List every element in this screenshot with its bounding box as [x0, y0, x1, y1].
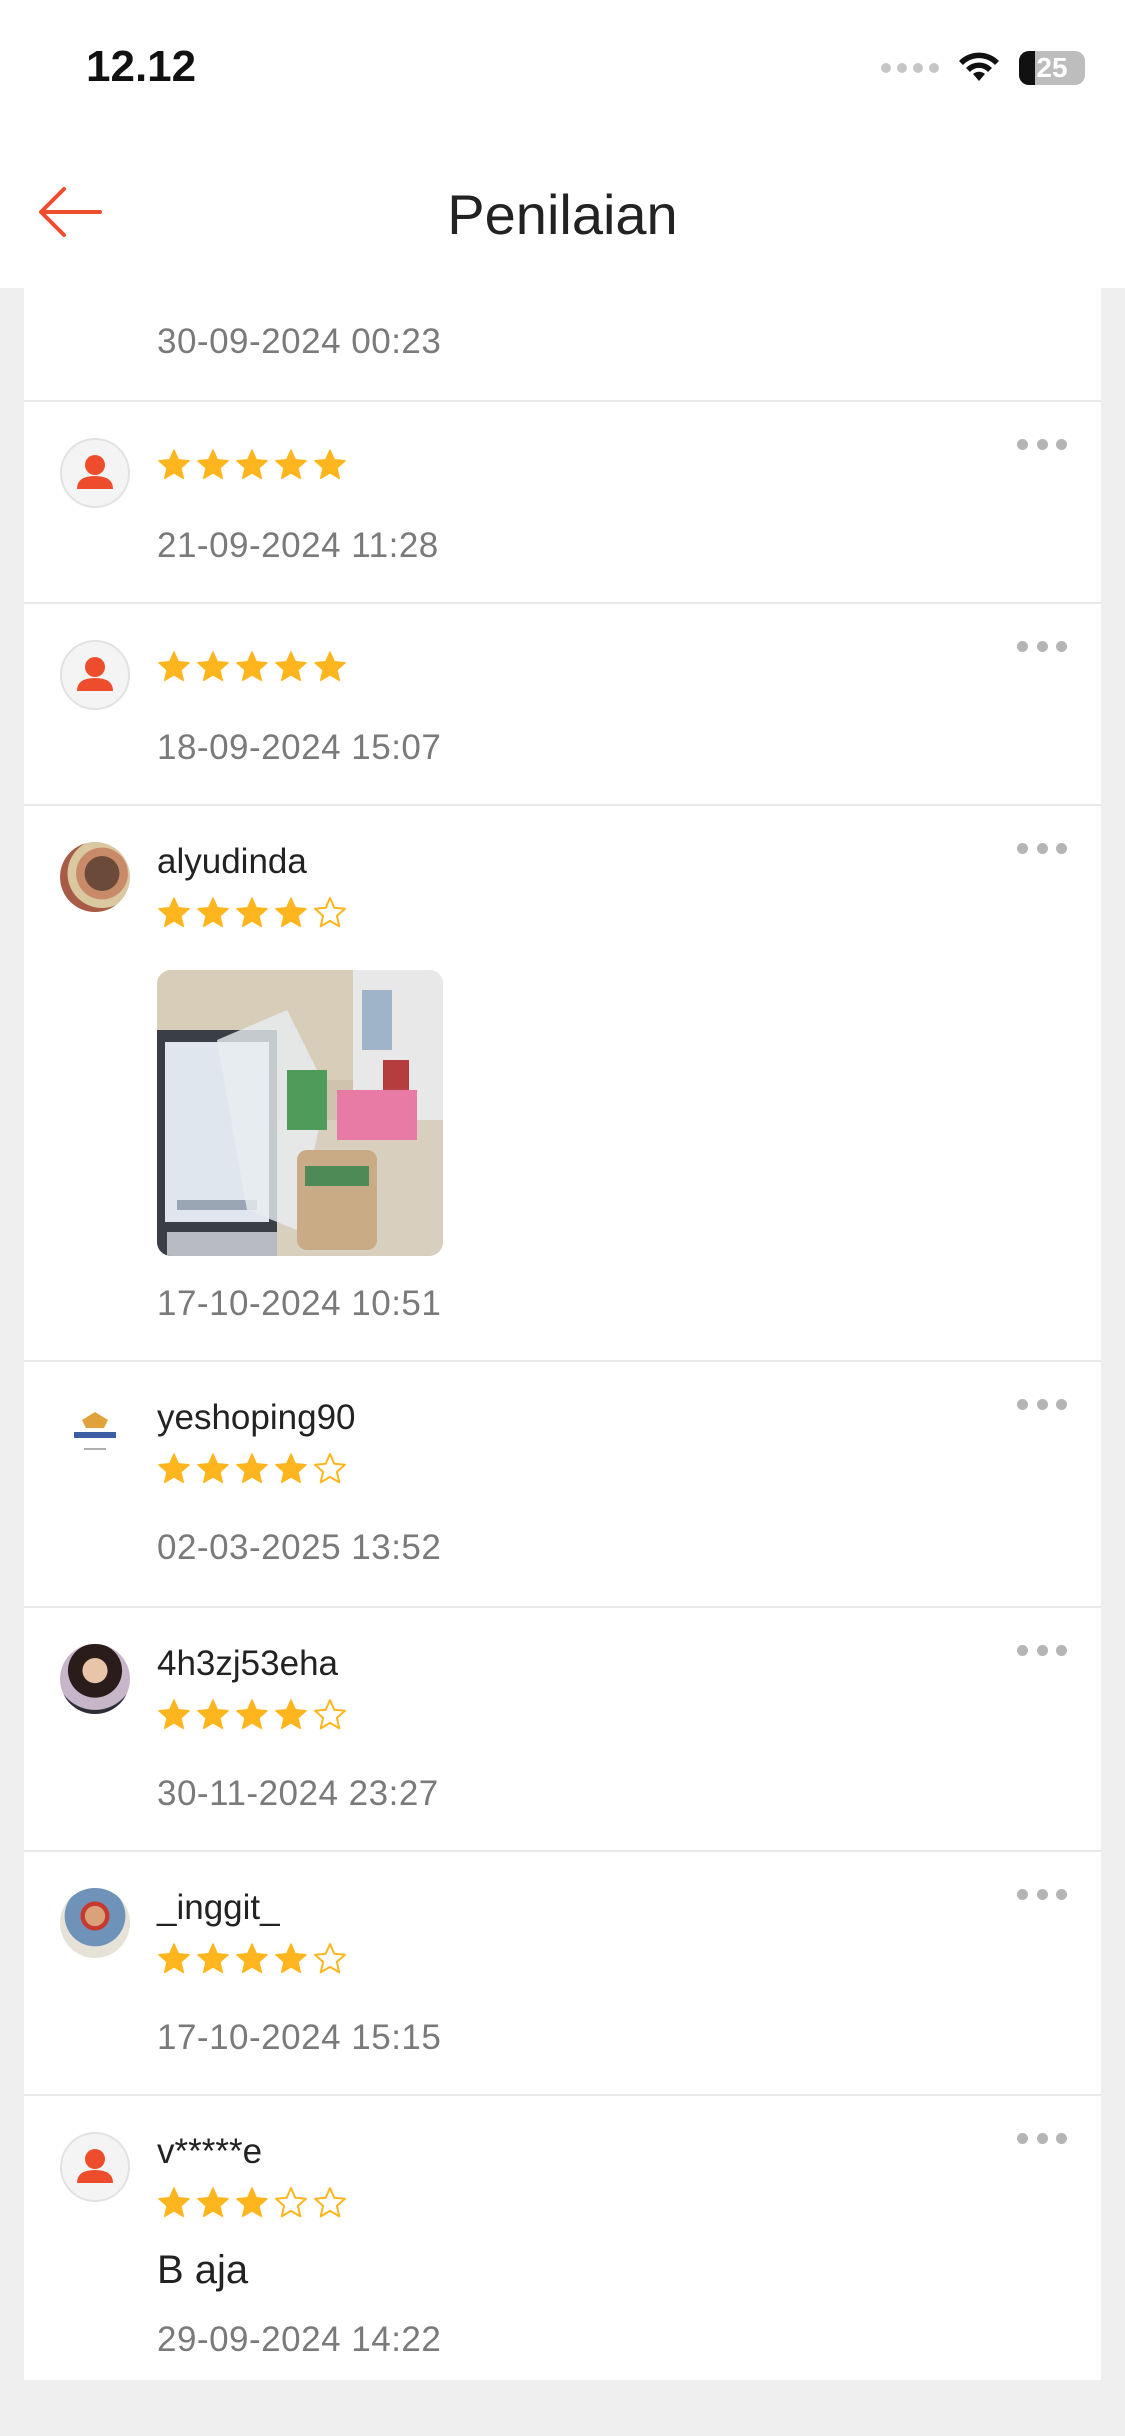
star-empty-icon — [275, 2187, 307, 2218]
user-avatar[interactable] — [60, 1888, 130, 1958]
review-date: 17-10-2024 10:51 — [157, 1284, 442, 1323]
review-date: 02-03-2025 13:52 — [157, 1528, 442, 1567]
status-bar: 12.12 25 — [0, 0, 1125, 140]
star-filled-icon — [236, 2187, 268, 2218]
page-title: Penilaian — [447, 183, 678, 246]
star-filled-icon — [275, 1453, 307, 1484]
review-list: 30-09-2024 00:23 21-09-2024 11:28 18-09-… — [24, 288, 1101, 2380]
star-filled-icon — [275, 897, 307, 928]
more-options-icon[interactable] — [1017, 2128, 1067, 2148]
star-rating — [157, 448, 347, 482]
review-date: 18-09-2024 15:07 — [157, 728, 442, 767]
review-date: 30-11-2024 23:27 — [157, 1774, 439, 1813]
review-username: v*****e — [157, 2132, 263, 2171]
more-options-icon[interactable] — [1017, 434, 1067, 454]
user-avatar[interactable] — [60, 1644, 130, 1714]
star-empty-icon — [314, 897, 346, 928]
review-item: v*****e B aja 29-09-2024 14:22 — [24, 2094, 1101, 2380]
star-filled-icon — [236, 1453, 268, 1484]
star-filled-icon — [158, 1943, 190, 1974]
shop-logo-avatar[interactable] — [60, 1398, 130, 1468]
star-filled-icon — [197, 1453, 229, 1484]
review-item: 4h3zj53eha 30-11-2024 23:27 — [24, 1606, 1101, 1852]
review-item: yeshoping90 02-03-2025 13:52 — [24, 1360, 1101, 1608]
review-date: 30-09-2024 00:23 — [157, 322, 442, 361]
star-filled-icon — [314, 449, 346, 480]
review-item: 21-09-2024 11:28 — [24, 400, 1101, 604]
star-filled-icon — [275, 1943, 307, 1974]
more-options-icon[interactable] — [1017, 1640, 1067, 1660]
star-rating — [157, 896, 347, 930]
star-filled-icon — [158, 2187, 190, 2218]
wifi-icon — [959, 52, 999, 81]
more-options-icon[interactable] — [1017, 636, 1067, 656]
review-item: alyudinda 17-10-2024 10:51 — [24, 804, 1101, 1362]
star-filled-icon — [275, 651, 307, 682]
star-filled-icon — [197, 2187, 229, 2218]
star-filled-icon — [314, 651, 346, 682]
review-photo[interactable] — [157, 970, 443, 1256]
star-filled-icon — [158, 449, 190, 480]
review-item: 30-09-2024 00:23 — [24, 288, 1101, 402]
star-filled-icon — [236, 449, 268, 480]
star-rating — [157, 2186, 347, 2220]
review-username: yeshoping90 — [157, 1398, 356, 1437]
cellular-signal-icon — [881, 63, 939, 73]
user-avatar[interactable] — [60, 842, 130, 912]
review-item: 18-09-2024 15:07 — [24, 602, 1101, 806]
star-filled-icon — [236, 1943, 268, 1974]
status-indicators: 25 — [881, 48, 1085, 88]
star-filled-icon — [197, 651, 229, 682]
star-rating — [157, 1942, 347, 1976]
review-date: 17-10-2024 15:15 — [157, 2018, 442, 2057]
more-options-icon[interactable] — [1017, 1394, 1067, 1414]
star-filled-icon — [158, 1453, 190, 1484]
star-filled-icon — [197, 1943, 229, 1974]
star-filled-icon — [197, 897, 229, 928]
star-empty-icon — [314, 2187, 346, 2218]
review-date: 29-09-2024 14:22 — [157, 2320, 442, 2359]
star-empty-icon — [314, 1453, 346, 1484]
star-empty-icon — [314, 1943, 346, 1974]
star-rating — [157, 650, 347, 684]
status-time: 12.12 — [86, 42, 197, 91]
default-avatar-icon[interactable] — [60, 2132, 130, 2202]
star-filled-icon — [158, 897, 190, 928]
star-rating — [157, 1452, 347, 1486]
star-filled-icon — [275, 449, 307, 480]
review-comment: B aja — [157, 2248, 249, 2292]
star-empty-icon — [314, 1699, 346, 1730]
review-username: 4h3zj53eha — [157, 1644, 338, 1683]
nav-bar: Penilaian — [0, 140, 1125, 288]
star-filled-icon — [275, 1699, 307, 1730]
star-filled-icon — [236, 651, 268, 682]
star-filled-icon — [236, 1699, 268, 1730]
star-filled-icon — [197, 1699, 229, 1730]
battery-level: 25 — [1036, 52, 1068, 83]
review-item: _inggit_ 17-10-2024 15:15 — [24, 1850, 1101, 2096]
review-username: _inggit_ — [157, 1888, 280, 1927]
review-date: 21-09-2024 11:28 — [157, 526, 439, 565]
battery-icon: 25 — [1019, 51, 1085, 85]
star-rating — [157, 1698, 347, 1732]
more-options-icon[interactable] — [1017, 838, 1067, 858]
default-avatar-icon[interactable] — [60, 640, 130, 710]
star-filled-icon — [236, 897, 268, 928]
star-filled-icon — [158, 651, 190, 682]
more-options-icon[interactable] — [1017, 1884, 1067, 1904]
star-filled-icon — [158, 1699, 190, 1730]
star-filled-icon — [197, 449, 229, 480]
review-username: alyudinda — [157, 842, 307, 881]
default-avatar-icon[interactable] — [60, 438, 130, 508]
